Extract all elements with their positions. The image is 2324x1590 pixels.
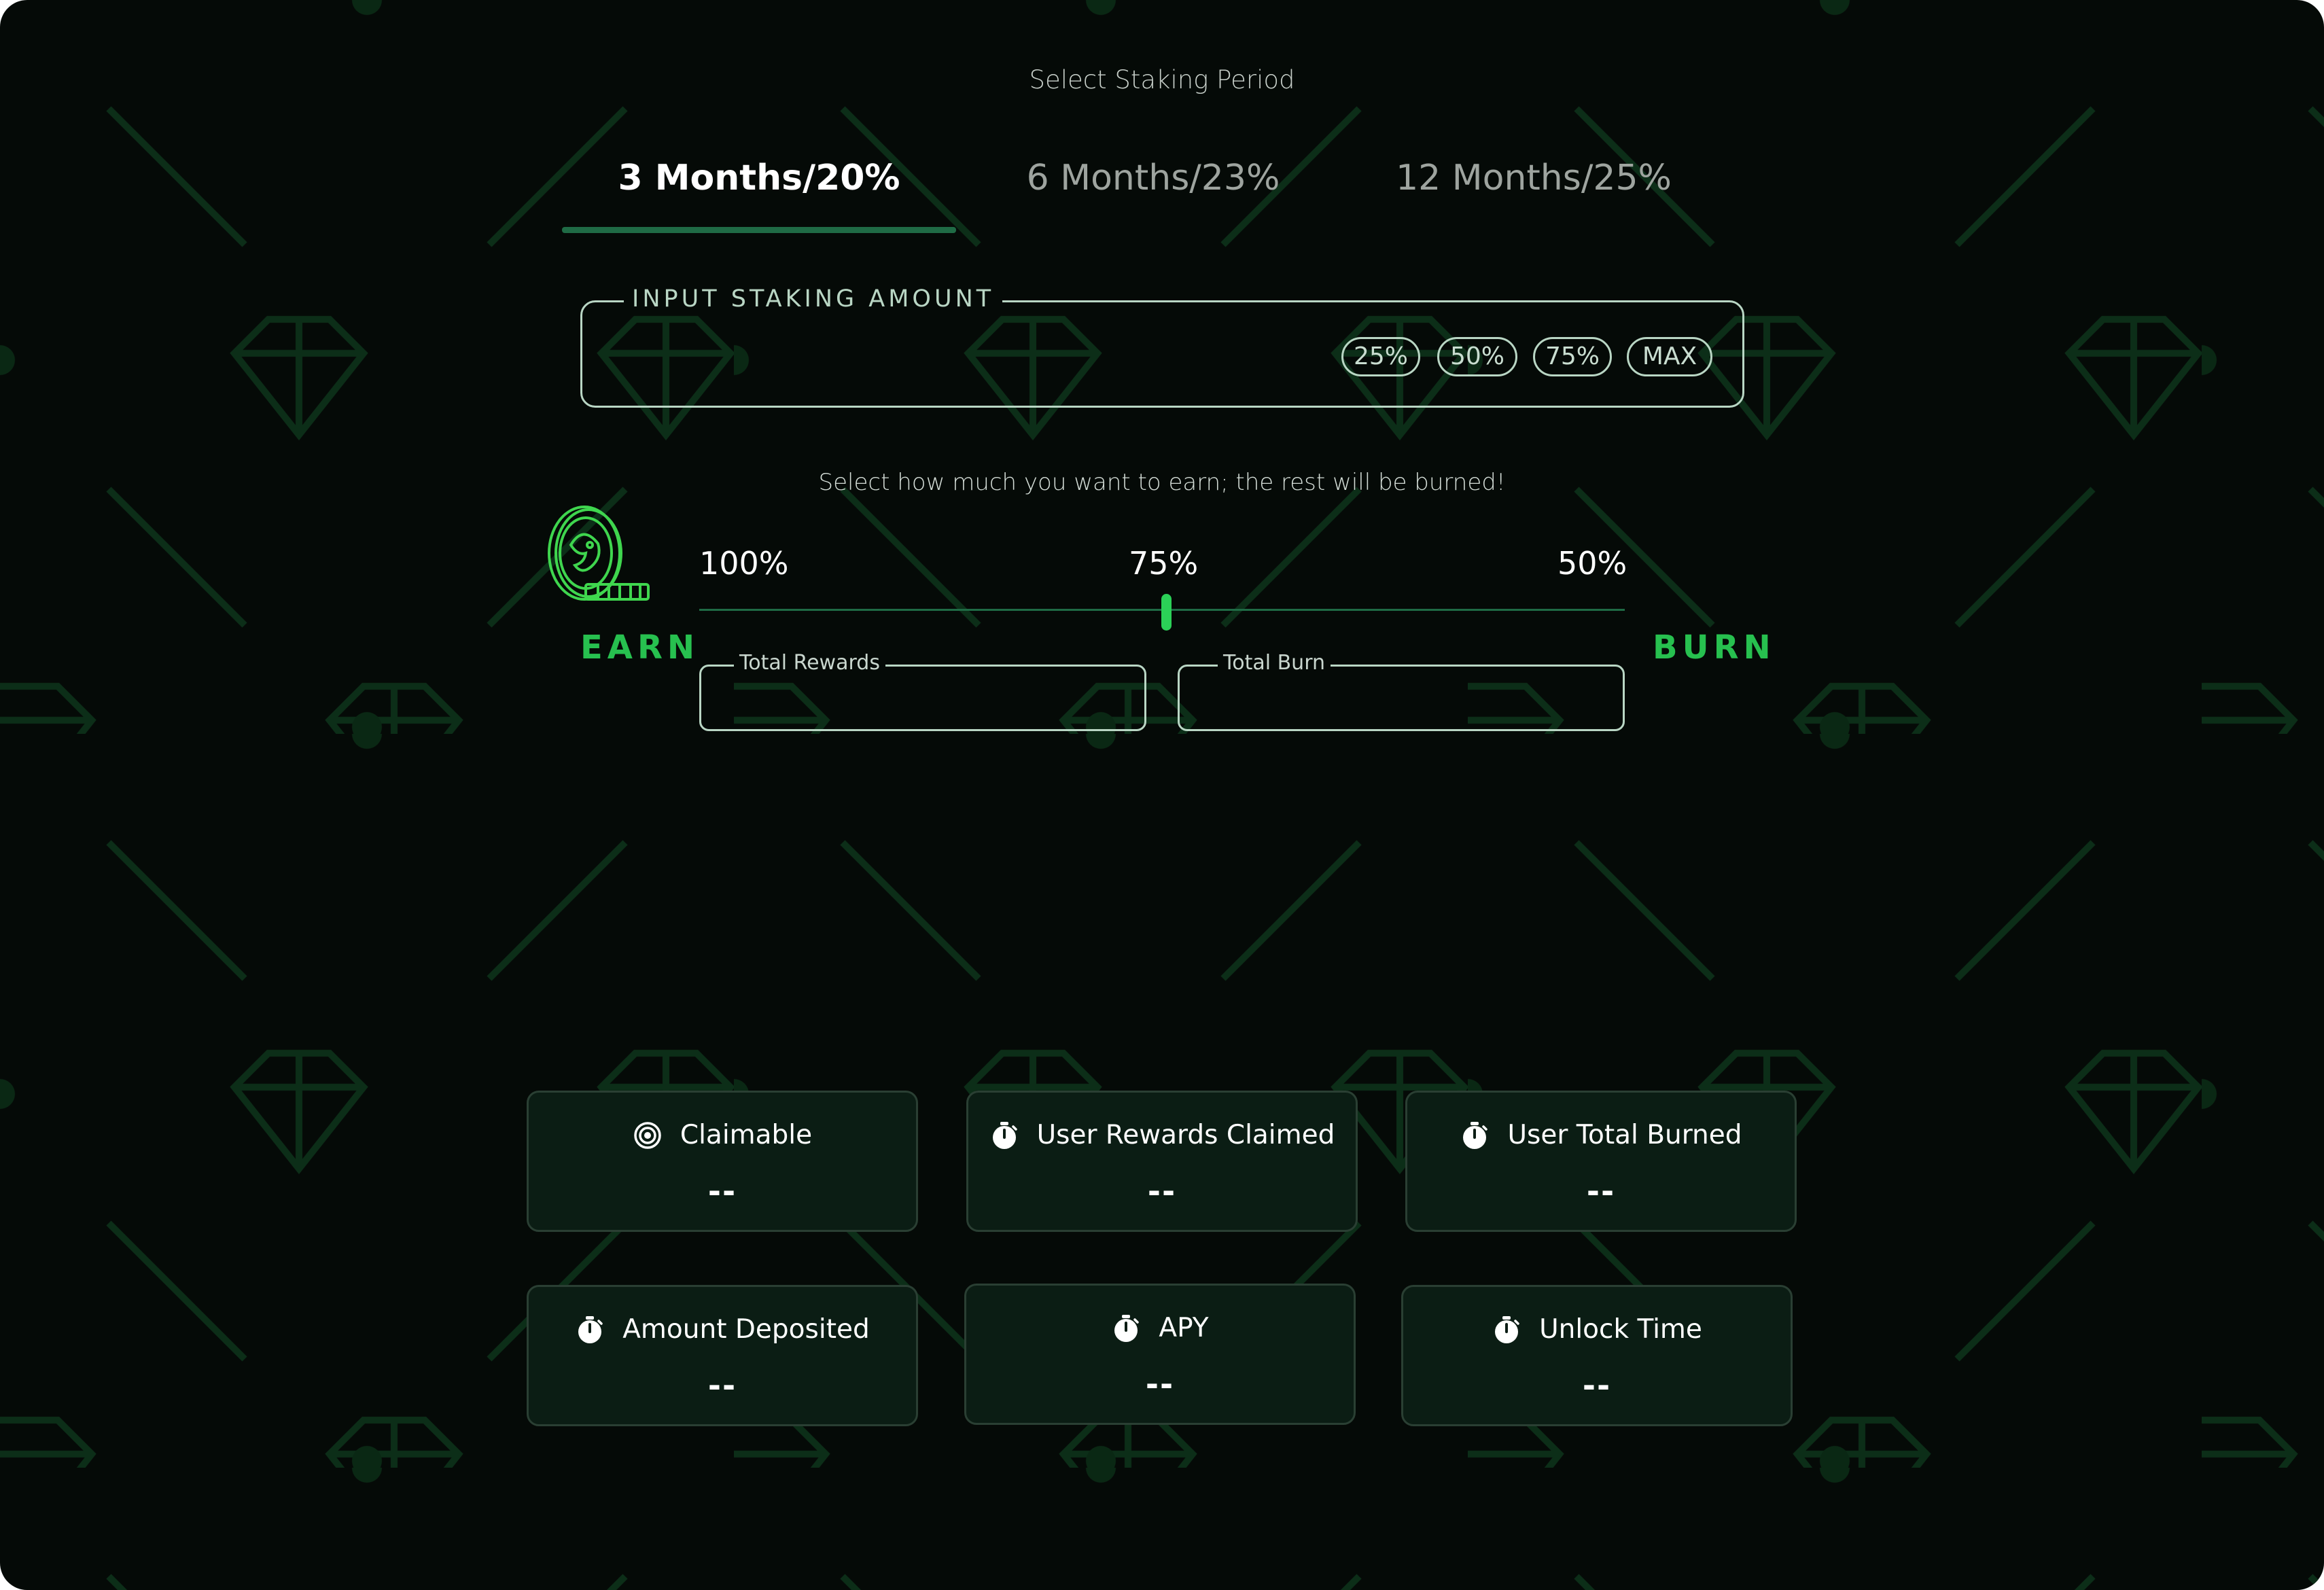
amount-25-percent-button[interactable]: 25% <box>1341 337 1420 376</box>
staking-page: Select Staking Period 3 Months/20% 6 Mon… <box>0 0 2324 1590</box>
stat-value: -- <box>707 1367 737 1404</box>
stat-value: -- <box>707 1173 737 1209</box>
stat-card-apy: APY -- <box>964 1284 1356 1425</box>
tab-12-months[interactable]: 12 Months/25% <box>1350 143 1717 231</box>
stat-value: -- <box>1147 1173 1177 1209</box>
burn-label: BURN <box>1653 629 1776 667</box>
total-burn-label: Total Burn <box>1218 651 1331 675</box>
amount-50-percent-button[interactable]: 50% <box>1437 337 1517 376</box>
amount-max-button[interactable]: MAX <box>1627 337 1712 376</box>
stat-card-claimable: Claimable -- <box>527 1091 918 1232</box>
stat-card-unlock-time: Unlock Time -- <box>1401 1285 1793 1426</box>
stat-value: -- <box>1586 1173 1616 1209</box>
staking-period-heading: Select Staking Period <box>1029 65 1295 94</box>
stat-value: -- <box>1582 1367 1612 1404</box>
active-tab-underline <box>562 227 956 233</box>
stopwatch-icon <box>992 1121 1017 1149</box>
stopwatch-icon <box>578 1315 603 1343</box>
total-rewards-label: Total Rewards <box>734 651 885 675</box>
staking-amount-legend: INPUT STAKING AMOUNT <box>624 285 1003 313</box>
staking-period-tabs: 3 Months/20% 6 Months/23% 12 Months/25% <box>562 143 1717 234</box>
stopwatch-icon <box>1463 1121 1488 1149</box>
tab-3-months[interactable]: 3 Months/20% <box>562 143 956 231</box>
target-icon <box>634 1121 661 1149</box>
stat-value: -- <box>1145 1366 1175 1402</box>
slider-tick-100: 100% <box>699 545 789 582</box>
stat-label: Claimable <box>680 1120 813 1150</box>
stat-card-rewards-claimed: User Rewards Claimed -- <box>966 1091 1358 1232</box>
earn-burn-hint: Select how much you want to earn; the re… <box>818 469 1506 496</box>
slider-tick-50: 50% <box>1557 545 1627 582</box>
stat-card-amount-deposited: Amount Deposited -- <box>527 1285 918 1426</box>
stopwatch-icon <box>1495 1315 1519 1343</box>
stat-label: APY <box>1159 1313 1209 1343</box>
staking-amount-input[interactable] <box>608 323 1318 386</box>
earn-label: EARN <box>580 629 700 667</box>
coin-icon <box>548 506 650 601</box>
earn-burn-slider-thumb[interactable] <box>1161 594 1172 631</box>
stat-label: Unlock Time <box>1539 1314 1702 1345</box>
stat-label: Amount Deposited <box>622 1314 870 1345</box>
stat-label: User Total Burned <box>1507 1120 1742 1150</box>
stopwatch-icon <box>1114 1314 1140 1342</box>
amount-75-percent-button[interactable]: 75% <box>1533 337 1612 376</box>
tab-6-months[interactable]: 6 Months/23% <box>956 143 1350 231</box>
stat-label: User Rewards Claimed <box>1036 1120 1335 1150</box>
slider-tick-75: 75% <box>1129 545 1199 582</box>
stat-card-total-burned: User Total Burned -- <box>1405 1091 1797 1232</box>
